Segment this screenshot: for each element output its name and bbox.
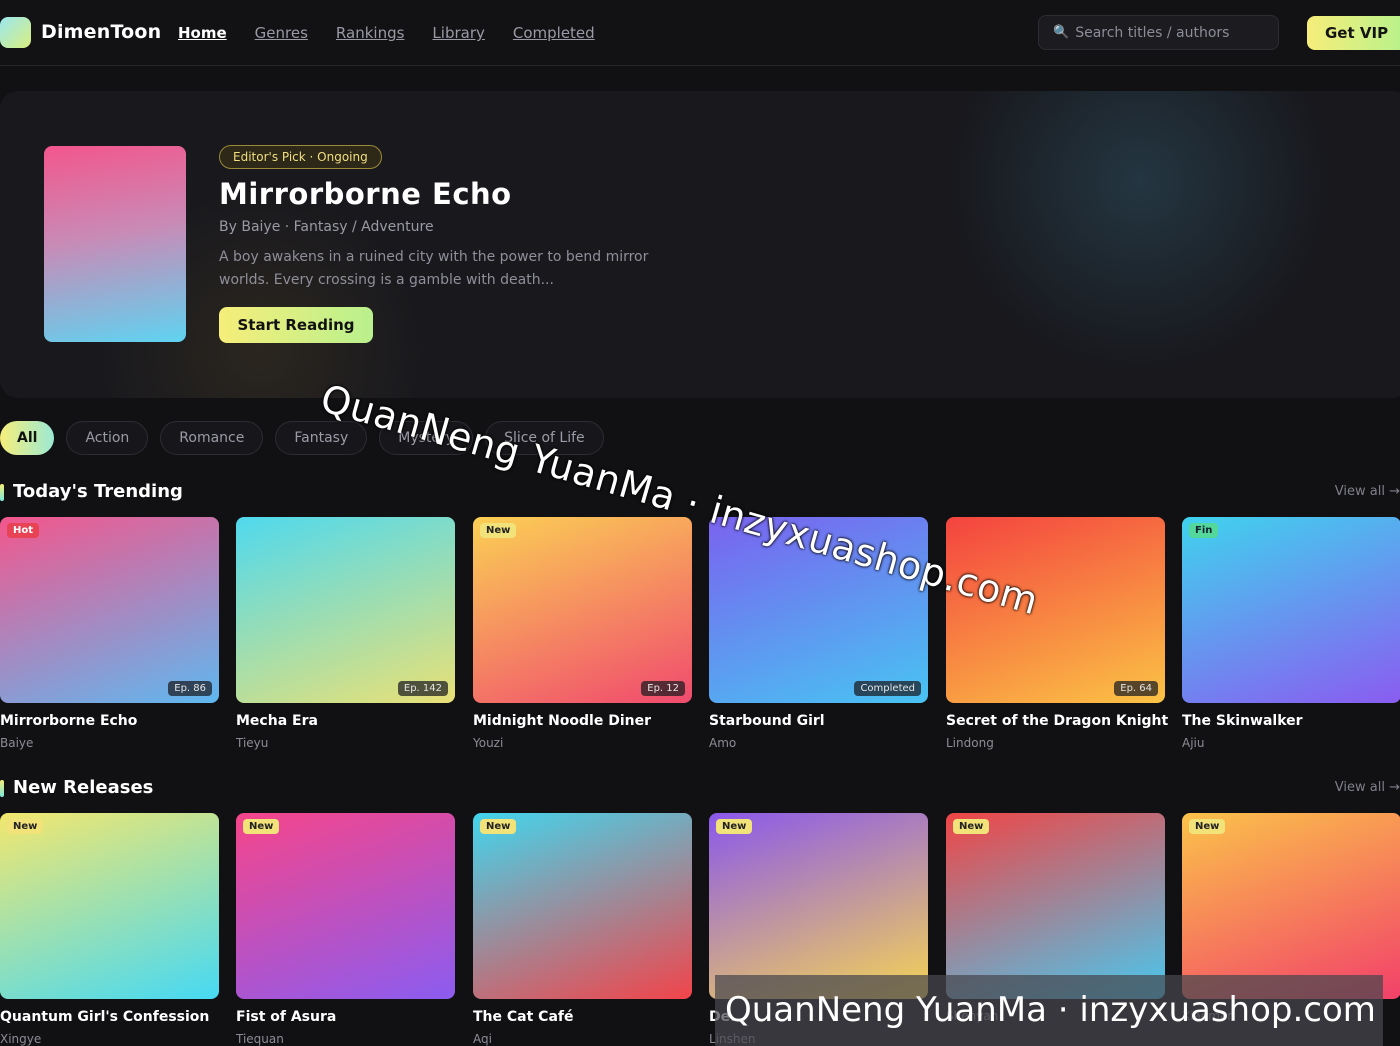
- comic-card[interactable]: New Fist of Asura Tiequan: [236, 813, 455, 1046]
- status-badge: New: [1189, 819, 1226, 834]
- comic-title[interactable]: Fist of Asura: [236, 1009, 455, 1025]
- status-badge: New: [243, 819, 280, 834]
- view-all-link[interactable]: View all →: [1335, 484, 1400, 499]
- comic-cover[interactable]: New: [236, 813, 455, 999]
- status-badge: New: [480, 819, 517, 834]
- search-input[interactable]: 🔍 Search titles / authors: [1038, 15, 1279, 50]
- comic-cover[interactable]: New: [946, 813, 1165, 999]
- nav-completed[interactable]: Completed: [513, 24, 595, 42]
- nav-rankings[interactable]: Rankings: [336, 24, 405, 42]
- comic-cover[interactable]: New: [1182, 813, 1400, 999]
- section-title: New Releases: [13, 777, 154, 798]
- band-watermark-text: QuanNeng YuanMa · inzyxuashop.com: [725, 990, 1376, 1030]
- comic-title[interactable]: Mirrorborne Echo: [0, 713, 219, 729]
- comic-author: Lindong: [946, 736, 994, 750]
- status-badge: Fin: [1189, 523, 1219, 538]
- search-placeholder: Search titles / authors: [1075, 24, 1230, 41]
- episode-badge: Ep. 64: [1114, 681, 1158, 696]
- trending-row: Hot Ep. 86 Mirrorborne Echo Baiye Ep. 142 Mec…: [0, 517, 1400, 757]
- comic-cover[interactable]: Hot Ep. 86: [0, 517, 219, 703]
- hero-description: A boy awakens in a ruined city with the …: [219, 249, 649, 288]
- comic-author: Ajiu: [1182, 736, 1205, 750]
- comic-title[interactable]: The Skinwalker: [1182, 713, 1400, 729]
- nav-library[interactable]: Library: [432, 24, 484, 42]
- comic-title[interactable]: Mecha Era: [236, 713, 455, 729]
- comic-author: Xingye: [0, 1032, 42, 1046]
- comic-title[interactable]: Quantum Girl's Confession: [0, 1009, 219, 1025]
- section-title: Today's Trending: [13, 481, 183, 502]
- comic-card[interactable]: Ep. 64 Secret of the Dragon Knight Lindong: [946, 517, 1168, 750]
- new-releases-section-header: New Releases View all →: [0, 777, 1400, 801]
- comic-author: Youzi: [473, 736, 504, 750]
- search-icon: 🔍: [1053, 25, 1070, 40]
- editors-pick-badge: Editor's Pick · Ongoing: [219, 145, 382, 169]
- comic-card[interactable]: New Quantum Girl's Confession Xingye: [0, 813, 219, 1046]
- comic-card[interactable]: Fin The Skinwalker Ajiu: [1182, 517, 1400, 750]
- filter-chip-romance[interactable]: Romance: [160, 421, 264, 455]
- filter-chip-action[interactable]: Action: [66, 421, 149, 455]
- comic-cover[interactable]: Ep. 64: [946, 517, 1165, 703]
- status-badge: New: [953, 819, 990, 834]
- section-accent-bar: [0, 484, 4, 501]
- comic-card[interactable]: New The Cat Café Aqi: [473, 813, 692, 1046]
- filter-chip-all[interactable]: All: [0, 421, 55, 455]
- comic-card[interactable]: Ep. 142 Mecha Era Tieyu: [236, 517, 455, 750]
- main-nav: Home Genres Rankings Library Completed: [178, 24, 623, 42]
- logo-icon[interactable]: [0, 17, 31, 48]
- comic-card[interactable]: New Ep. 12 Midnight Noodle Diner Youzi: [473, 517, 692, 750]
- comic-title[interactable]: Starbound Girl: [709, 713, 928, 729]
- hero-title: Mirrorborne Echo: [219, 177, 512, 211]
- episode-badge: Ep. 12: [641, 681, 685, 696]
- comic-author: Tieyu: [236, 736, 269, 750]
- comic-cover[interactable]: New: [709, 813, 928, 999]
- site-logo-text[interactable]: DimenToon: [41, 21, 161, 43]
- comic-title[interactable]: The Cat Café: [473, 1009, 692, 1025]
- nav-genres[interactable]: Genres: [255, 24, 308, 42]
- status-badge: New: [7, 819, 44, 834]
- comic-cover[interactable]: New Ep. 12: [473, 517, 692, 703]
- comic-author: Aqi: [473, 1032, 492, 1046]
- nav-home[interactable]: Home: [178, 24, 227, 42]
- comic-cover[interactable]: New: [473, 813, 692, 999]
- comic-author: Tiequan: [236, 1032, 284, 1046]
- status-badge: New: [716, 819, 753, 834]
- episode-badge: Ep. 142: [397, 681, 448, 696]
- featured-hero-banner: Editor's Pick · Ongoing Mirrorborne Echo…: [0, 91, 1400, 398]
- hero-meta: By Baiye · Fantasy / Adventure: [219, 219, 434, 235]
- view-all-link[interactable]: View all →: [1335, 780, 1400, 795]
- section-accent-bar: [0, 780, 4, 797]
- comic-author: Baiye: [0, 736, 34, 750]
- comic-cover[interactable]: Fin: [1182, 517, 1400, 703]
- comic-card[interactable]: Hot Ep. 86 Mirrorborne Echo Baiye: [0, 517, 219, 750]
- comic-title[interactable]: Secret of the Dragon Knight: [946, 713, 1168, 729]
- get-vip-button[interactable]: Get VIP: [1307, 16, 1400, 50]
- episode-badge: Ep. 86: [168, 681, 212, 696]
- hero-cover-image[interactable]: [44, 146, 186, 342]
- status-badge: New: [480, 523, 517, 538]
- episode-badge: Completed: [854, 681, 921, 696]
- status-badge: Hot: [7, 523, 40, 538]
- comic-cover[interactable]: New: [0, 813, 219, 999]
- top-navigation-bar: DimenToon Home Genres Rankings Library C…: [0, 0, 1400, 66]
- comic-title[interactable]: Midnight Noodle Diner: [473, 713, 692, 729]
- comic-cover[interactable]: Ep. 142: [236, 517, 455, 703]
- start-reading-button[interactable]: Start Reading: [219, 307, 373, 343]
- comic-author: Amo: [709, 736, 737, 750]
